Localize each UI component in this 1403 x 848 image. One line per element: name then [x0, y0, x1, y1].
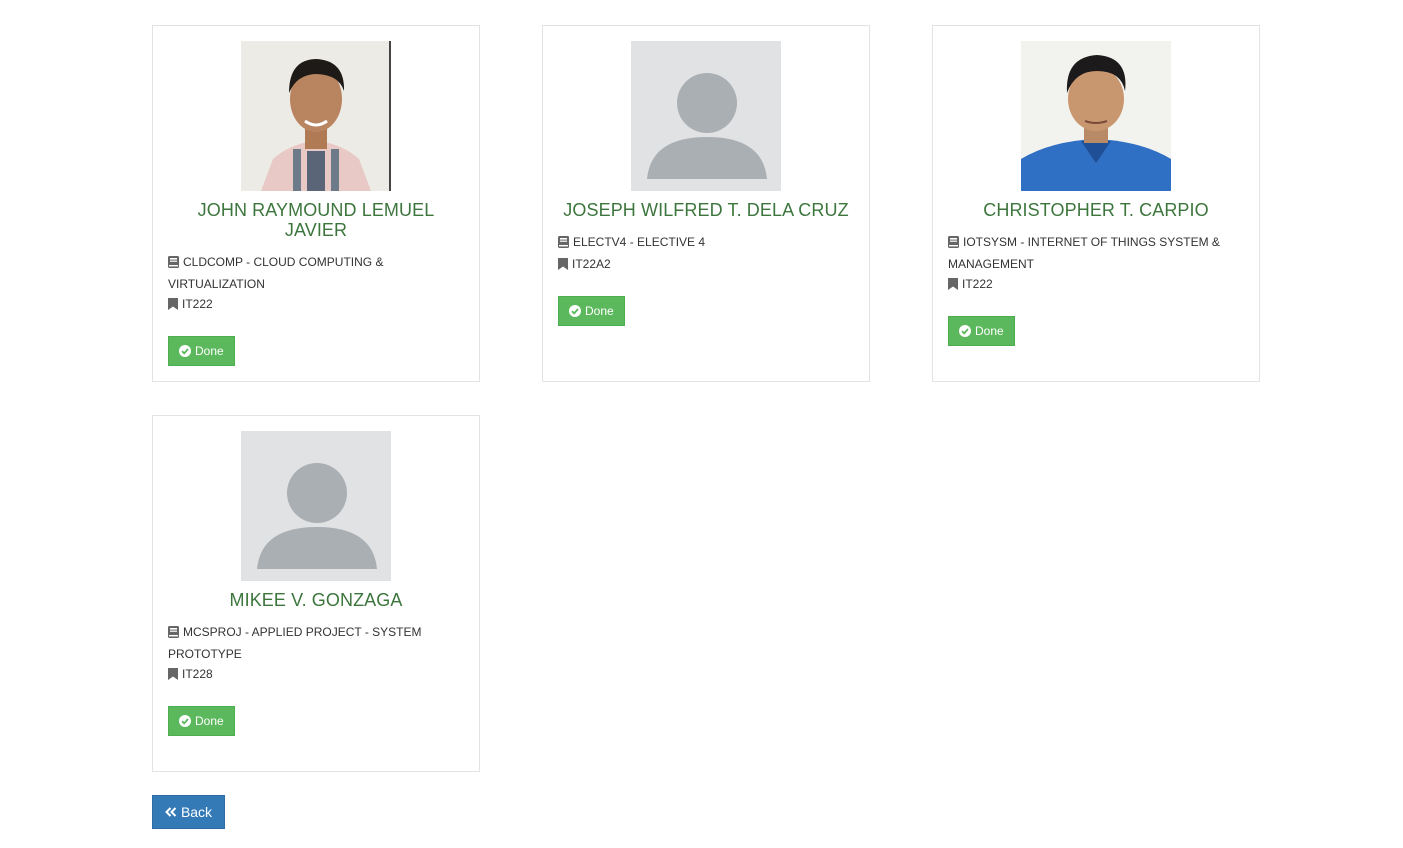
book-icon: [948, 234, 959, 254]
done-label: Done: [585, 304, 614, 318]
man-photo-icon: [1021, 41, 1171, 191]
teacher-photo: [631, 41, 781, 191]
done-label: Done: [195, 714, 224, 728]
done-label: Done: [195, 344, 224, 358]
section-line: IT228: [168, 664, 464, 686]
course-line: ELECTV4 - ELECTIVE 4: [558, 232, 854, 254]
bookmark-icon: [948, 276, 958, 296]
check-circle-icon: [569, 305, 581, 317]
book-icon: [558, 234, 569, 254]
teacher-photo: [241, 431, 391, 581]
teacher-card: JOHN RAYMOUND LEMUEL JAVIER CLDCOMP - CL…: [152, 25, 480, 382]
teacher-card: JOSEPH WILFRED T. DELA CRUZ ELECTV4 - EL…: [542, 25, 870, 382]
teacher-card: MIKEE V. GONZAGA MCSPROJ - APPLIED PROJE…: [152, 415, 480, 772]
teacher-photo: [241, 41, 391, 191]
back-button[interactable]: Back: [152, 795, 225, 829]
course-line: MCSPROJ - APPLIED PROJECT - SYSTEM PROTO…: [168, 622, 464, 664]
done-label: Done: [975, 324, 1004, 338]
check-circle-icon: [179, 715, 191, 727]
teacher-photo: [1021, 41, 1171, 191]
done-button[interactable]: Done: [948, 316, 1015, 346]
bookmark-icon: [168, 296, 178, 316]
back-label: Back: [180, 804, 213, 820]
section-text: IT22A2: [572, 257, 611, 271]
default-avatar-icon: [241, 431, 391, 581]
done-button[interactable]: Done: [168, 336, 235, 366]
course-info: IOTSYSM - INTERNET OF THINGS SYSTEM & MA…: [948, 232, 1244, 296]
course-text: IOTSYSM - INTERNET OF THINGS SYSTEM & MA…: [948, 235, 1220, 271]
course-line: IOTSYSM - INTERNET OF THINGS SYSTEM & MA…: [948, 232, 1244, 274]
teacher-name: JOSEPH WILFRED T. DELA CRUZ: [563, 200, 849, 220]
check-circle-icon: [179, 345, 191, 357]
done-button[interactable]: Done: [558, 296, 625, 326]
evaluation-grid: JOHN RAYMOUND LEMUEL JAVIER CLDCOMP - CL…: [0, 0, 1403, 848]
course-info: MCSPROJ - APPLIED PROJECT - SYSTEM PROTO…: [168, 622, 464, 686]
course-info: ELECTV4 - ELECTIVE 4 IT22A2: [558, 232, 854, 276]
section-text: IT222: [182, 297, 213, 311]
section-text: IT222: [962, 277, 993, 291]
course-text: ELECTV4 - ELECTIVE 4: [573, 235, 706, 249]
section-text: IT228: [182, 667, 213, 681]
check-circle-icon: [959, 325, 971, 337]
done-button[interactable]: Done: [168, 706, 235, 736]
course-text: CLDCOMP - CLOUD COMPUTING & VIRTUALIZATI…: [168, 255, 384, 291]
bookmark-icon: [168, 666, 178, 686]
section-line: IT22A2: [558, 254, 854, 276]
book-icon: [168, 254, 179, 274]
bookmark-icon: [558, 256, 568, 276]
default-avatar-icon: [631, 41, 781, 191]
teacher-card: CHRISTOPHER T. CARPIO IOTSYSM - INTERNET…: [932, 25, 1260, 382]
section-line: IT222: [168, 294, 464, 316]
course-line: CLDCOMP - CLOUD COMPUTING & VIRTUALIZATI…: [168, 252, 464, 294]
course-info: CLDCOMP - CLOUD COMPUTING & VIRTUALIZATI…: [168, 252, 464, 316]
man-photo-icon: [241, 41, 391, 191]
teacher-name: JOHN RAYMOUND LEMUEL JAVIER: [197, 200, 435, 240]
teacher-name: CHRISTOPHER T. CARPIO: [983, 200, 1209, 220]
section-line: IT222: [948, 274, 1244, 296]
book-icon: [168, 624, 179, 644]
teacher-name: MIKEE V. GONZAGA: [229, 590, 403, 610]
double-chevron-left-icon: [165, 804, 177, 820]
course-text: MCSPROJ - APPLIED PROJECT - SYSTEM PROTO…: [168, 625, 422, 661]
